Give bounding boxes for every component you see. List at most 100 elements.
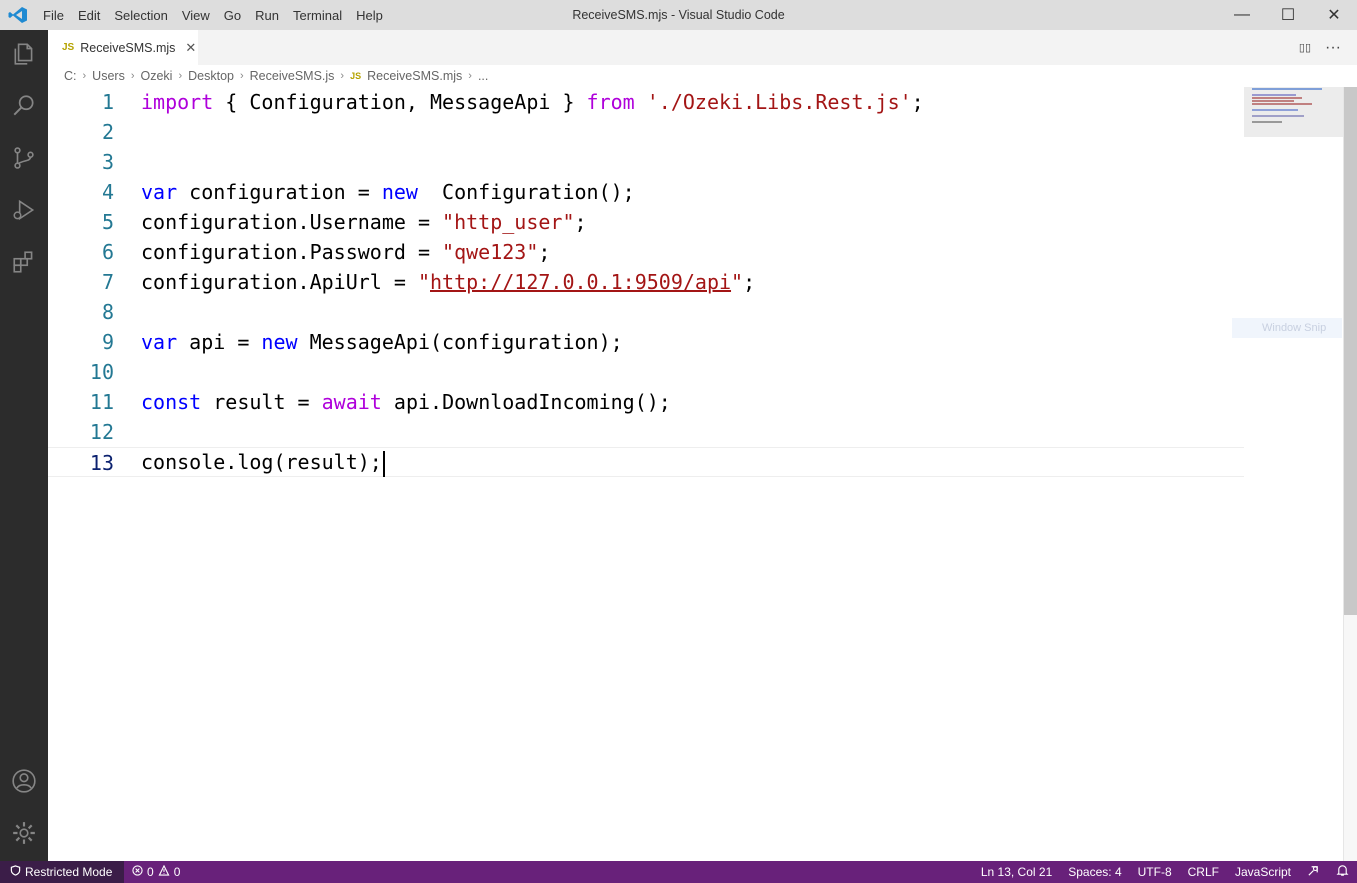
breadcrumb-ellipsis[interactable]: ... xyxy=(478,69,488,83)
accounts-icon[interactable] xyxy=(0,757,48,805)
line-number: 4 xyxy=(101,180,114,204)
text-cursor xyxy=(382,450,385,477)
language-mode[interactable]: JavaScript xyxy=(1227,865,1299,879)
code-line[interactable]: 11 const result = await api.DownloadInco… xyxy=(48,387,1244,417)
tab-close-icon[interactable]: ✕ xyxy=(185,40,196,56)
code-text[interactable]: var api = new MessageApi(configuration); xyxy=(141,327,623,357)
feedback-icon[interactable] xyxy=(1299,864,1328,880)
line-number: 1 xyxy=(101,90,114,114)
menu-selection[interactable]: Selection xyxy=(107,8,174,23)
line-number: 12 xyxy=(89,420,114,444)
minimap-line xyxy=(1252,109,1298,111)
restricted-mode-label: Restricted Mode xyxy=(25,865,113,879)
shield-icon xyxy=(10,865,21,879)
code-line[interactable]: 8 xyxy=(48,297,1244,327)
line-number: 10 xyxy=(89,360,114,384)
restricted-mode-indicator[interactable]: Restricted Mode xyxy=(0,861,124,883)
code-line[interactable]: 7 configuration.ApiUrl = "http://127.0.0… xyxy=(48,267,1244,297)
code-editor[interactable]: 1 import { Configuration, MessageApi } f… xyxy=(48,87,1244,861)
encoding[interactable]: UTF-8 xyxy=(1130,865,1180,879)
code-line[interactable]: 10 xyxy=(48,357,1244,387)
menu-terminal[interactable]: Terminal xyxy=(286,8,349,23)
code-line[interactable]: 12 xyxy=(48,417,1244,447)
menu-help[interactable]: Help xyxy=(349,8,390,23)
code-line[interactable]: 1 import { Configuration, MessageApi } f… xyxy=(48,87,1244,117)
warning-icon xyxy=(158,864,170,879)
line-number: 11 xyxy=(89,390,114,414)
code-line[interactable]: 4 var configuration = new Configuration(… xyxy=(48,177,1244,207)
editor-tab-bar: JS ReceiveSMS.mjs ✕ ▯▯ ··· xyxy=(48,30,1357,65)
scrollbar-thumb[interactable] xyxy=(1344,87,1357,615)
menu-go[interactable]: Go xyxy=(217,8,248,23)
error-icon xyxy=(132,865,143,879)
manage-gear-icon[interactable] xyxy=(0,809,48,857)
menu-bar: File Edit Selection View Go Run Terminal… xyxy=(36,0,390,30)
breadcrumb-item[interactable]: Users xyxy=(92,69,125,83)
code-text[interactable]: var configuration = new Configuration(); xyxy=(141,177,635,207)
run-debug-icon[interactable] xyxy=(0,186,48,234)
window-snip-overlay: Window Snip xyxy=(1232,318,1342,338)
code-text[interactable]: configuration.ApiUrl = "http://127.0.0.1… xyxy=(141,267,755,297)
minimize-button[interactable]: — xyxy=(1219,0,1265,30)
code-line[interactable]: 2 xyxy=(48,117,1244,147)
title-bar: File Edit Selection View Go Run Terminal… xyxy=(0,0,1357,30)
split-editor-icon[interactable]: ▯▯ xyxy=(1299,41,1311,54)
code-text[interactable]: const result = await api.DownloadIncomin… xyxy=(141,387,671,417)
breadcrumb-item[interactable]: ReceiveSMS.js xyxy=(250,69,335,83)
status-bar-right: Ln 13, Col 21 Spaces: 4 UTF-8 CRLF JavaS… xyxy=(973,861,1357,883)
activity-bar xyxy=(0,30,48,861)
code-line[interactable]: 5 configuration.Username = "http_user"; xyxy=(48,207,1244,237)
javascript-file-icon: JS xyxy=(62,42,75,53)
menu-run[interactable]: Run xyxy=(248,8,286,23)
line-number: 8 xyxy=(101,300,114,324)
chevron-right-icon: › xyxy=(340,70,345,82)
code-line[interactable]: 6 configuration.Password = "qwe123"; xyxy=(48,237,1244,267)
breadcrumb: C: › Users › Ozeki › Desktop › ReceiveSM… xyxy=(64,66,488,86)
explorer-icon[interactable] xyxy=(0,30,48,78)
minimap-line xyxy=(1252,88,1322,90)
code-text[interactable]: import { Configuration, MessageApi } fro… xyxy=(141,87,924,117)
indentation[interactable]: Spaces: 4 xyxy=(1060,865,1129,879)
code-text[interactable]: configuration.Username = "http_user"; xyxy=(141,207,587,237)
code-line[interactable]: 9 var api = new MessageApi(configuration… xyxy=(48,327,1244,357)
minimap-line xyxy=(1252,121,1282,123)
line-number: 3 xyxy=(101,150,114,174)
breadcrumb-item[interactable]: Desktop xyxy=(188,69,234,83)
tab-label: ReceiveSMS.mjs xyxy=(80,40,176,55)
minimap[interactable] xyxy=(1244,87,1343,861)
minimap-line xyxy=(1252,97,1302,99)
close-window-button[interactable]: ✕ xyxy=(1311,0,1357,30)
maximize-button[interactable]: ☐ xyxy=(1265,0,1311,30)
breadcrumb-item[interactable]: C: xyxy=(64,69,77,83)
status-bar: Restricted Mode 0 0 Ln 13, Col 21 Spaces… xyxy=(0,861,1357,883)
code-text[interactable]: configuration.Password = "qwe123"; xyxy=(141,237,550,267)
current-code-line[interactable]: 13 console.log(result); xyxy=(48,447,1244,477)
error-count: 0 xyxy=(147,865,154,879)
search-icon[interactable] xyxy=(0,82,48,130)
extensions-icon[interactable] xyxy=(0,238,48,286)
code-text[interactable]: console.log(result); xyxy=(141,447,385,477)
cursor-position[interactable]: Ln 13, Col 21 xyxy=(973,865,1060,879)
chevron-right-icon: › xyxy=(82,70,87,82)
line-number: 13 xyxy=(89,451,114,475)
end-of-line[interactable]: CRLF xyxy=(1180,865,1227,879)
notifications-bell-icon[interactable] xyxy=(1328,864,1357,880)
source-control-icon[interactable] xyxy=(0,134,48,182)
minimap-line xyxy=(1252,115,1304,117)
menu-view[interactable]: View xyxy=(175,8,217,23)
line-number: 2 xyxy=(101,120,114,144)
problems-indicator[interactable]: 0 0 xyxy=(132,861,180,883)
chevron-right-icon: › xyxy=(239,70,244,82)
code-line[interactable]: 3 xyxy=(48,147,1244,177)
url-link[interactable]: http://127.0.0.1:9509/api xyxy=(430,270,731,294)
menu-file[interactable]: File xyxy=(36,8,71,23)
more-actions-icon[interactable]: ··· xyxy=(1325,39,1341,57)
breadcrumb-file[interactable]: ReceiveSMS.mjs xyxy=(367,69,462,83)
line-number: 6 xyxy=(101,240,114,264)
menu-edit[interactable]: Edit xyxy=(71,8,107,23)
tab-receivesms-mjs[interactable]: JS ReceiveSMS.mjs ✕ xyxy=(48,30,198,65)
vertical-scrollbar[interactable] xyxy=(1343,87,1357,861)
chevron-right-icon: › xyxy=(130,70,135,82)
line-number: 7 xyxy=(101,270,114,294)
breadcrumb-item[interactable]: Ozeki xyxy=(141,69,173,83)
